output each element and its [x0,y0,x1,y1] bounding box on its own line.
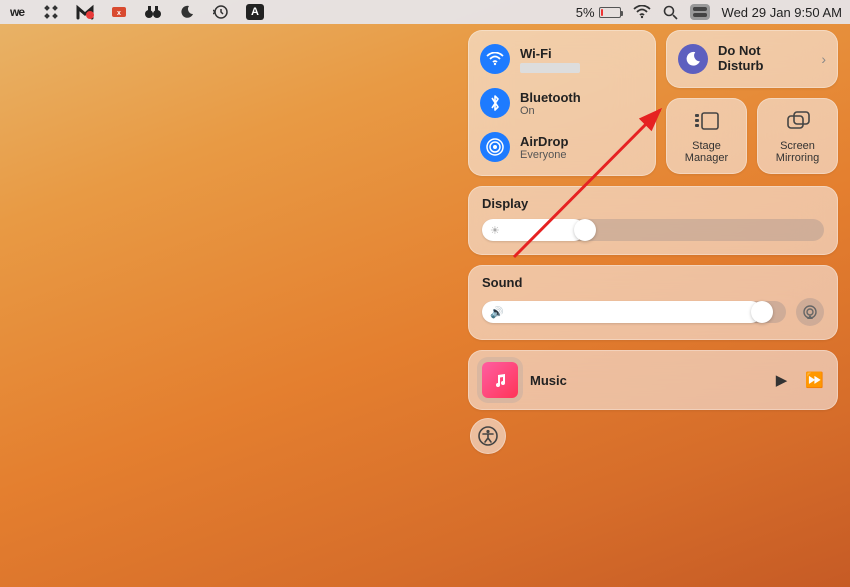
battery-percent-label: 5% [576,5,595,20]
binoculars-icon[interactable] [144,3,162,21]
wifi-icon [480,44,510,74]
airdrop-toggle[interactable]: AirDrop Everyone [480,128,644,166]
menubar: we x A 5% [0,0,850,24]
accessibility-icon [478,426,498,446]
stage-manager-label: Stage Manager [685,140,728,164]
play-button[interactable]: ▶ [776,371,788,389]
wifi-network-name [520,63,580,73]
bluetooth-toggle[interactable]: Bluetooth On [480,84,644,122]
airplay-audio-icon [802,304,818,320]
control-center-icon[interactable] [690,4,710,20]
screen-mirroring-tile[interactable]: Screen Mirroring [757,98,838,174]
stage-manager-tile[interactable]: Stage Manager [666,98,747,174]
screen-mirroring-icon [785,108,811,134]
battery-icon [599,7,621,18]
time-machine-icon[interactable] [212,3,230,21]
screen-mirroring-label: Screen Mirroring [776,140,819,164]
control-center-panel: Wi-Fi Bluetooth On AirDrop [468,30,838,454]
wetransfer-icon[interactable]: we [8,3,26,21]
svg-text:x: x [117,10,121,17]
datetime-label[interactable]: Wed 29 Jan 9:50 AM [722,5,842,20]
connectivity-tile: Wi-Fi Bluetooth On AirDrop [468,30,656,176]
wifi-icon[interactable] [633,5,651,19]
display-label: Display [482,196,824,211]
wifi-toggle[interactable]: Wi-Fi [480,40,644,78]
sound-volume-slider[interactable]: 🔊 [482,301,786,323]
wifi-label: Wi-Fi [520,46,580,61]
moon-icon[interactable] [178,3,196,21]
menubar-right: 5% Wed 29 Jan 9:50 AM [576,4,842,20]
music-tile[interactable]: Music ▶ ⏩ [468,350,838,410]
bluetooth-status: On [520,105,581,117]
accessibility-shortcuts-button[interactable] [470,418,506,454]
malwarebytes-icon[interactable] [76,3,94,21]
sound-tile: Sound 🔊 [468,265,838,340]
bluetooth-icon [480,88,510,118]
music-app-icon [482,362,518,398]
airdrop-icon [480,132,510,162]
airdrop-label: AirDrop [520,134,568,149]
chevron-right-icon: › [821,51,826,67]
do-not-disturb-tile[interactable]: Do Not Disturb › [666,30,838,88]
speaker-icon: 🔊 [490,306,504,319]
dnd-label: Do Not Disturb [718,44,811,74]
stage-manager-icon [694,108,720,134]
spotlight-icon[interactable] [663,5,678,20]
input-source-icon[interactable]: A [246,4,264,20]
moon-icon [678,44,708,74]
bluetooth-label: Bluetooth [520,90,581,105]
menubar-left: we x A [8,3,264,21]
display-brightness-slider[interactable]: ☀ [482,219,824,241]
display-tile: Display ☀ [468,186,838,255]
airdrop-status: Everyone [520,149,568,161]
app-icon[interactable] [42,3,60,21]
battery-status[interactable]: 5% [576,5,621,20]
audio-output-button[interactable] [796,298,824,326]
xvnc-icon[interactable]: x [110,3,128,21]
forward-button[interactable]: ⏩ [805,371,824,389]
sound-label: Sound [482,275,824,290]
sun-icon: ☀ [490,224,500,237]
music-label: Music [530,373,764,388]
